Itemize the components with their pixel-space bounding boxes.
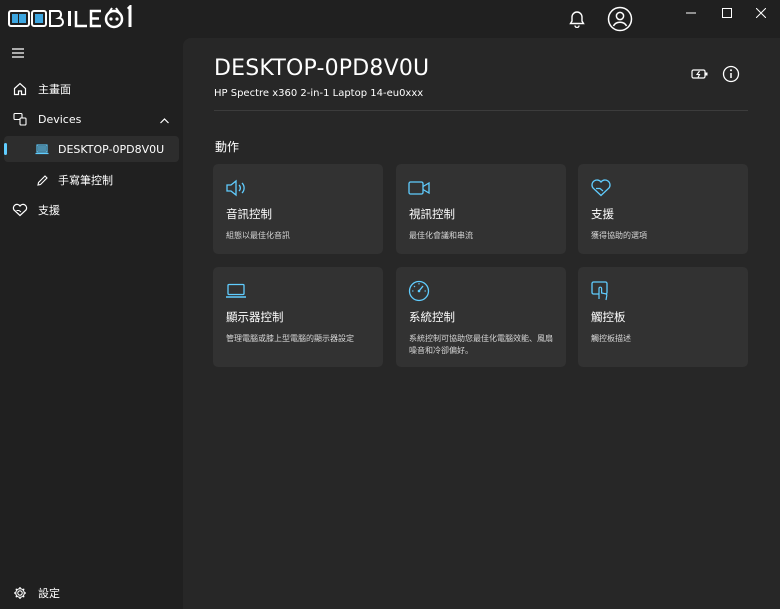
user-account-icon[interactable] [606,5,634,33]
sidebar-item-home[interactable]: 主畫面 [4,76,179,102]
card-support[interactable]: 支援 獲得協助的選項 [578,164,748,254]
hamburger-icon [12,45,24,61]
sidebar-item-device-desktop[interactable]: DESKTOP-0PD8V0U [4,136,179,162]
devices-icon [12,111,28,127]
sidebar-item-label: DESKTOP-0PD8V0U [58,142,165,156]
heart-hand-icon [590,177,612,199]
sidebar-item-settings[interactable]: 設定 [4,580,179,606]
minimize-button[interactable] [671,0,711,26]
heart-hand-icon [12,202,28,218]
touchpad-icon [590,280,612,302]
video-camera-icon [408,177,430,199]
card-title: 系統控制 [409,310,455,324]
minimize-icon [686,12,696,14]
title-bar [0,0,780,38]
page-title: DESKTOP-0PD8V0U [214,56,430,81]
card-video-control[interactable]: 視訊控制 最佳化會議和串流 [396,164,566,254]
header-divider [214,110,748,111]
laptop-icon [225,280,247,302]
sidebar-item-label: 主畫面 [38,83,71,96]
hamburger-menu-button[interactable] [4,40,32,66]
speaker-icon [225,177,247,199]
card-title: 支援 [591,207,614,221]
notifications-bell-icon[interactable] [564,6,590,32]
card-touchpad[interactable]: 觸控板 觸控板描述 [578,267,748,367]
gauge-icon [408,280,430,302]
gear-icon [12,585,28,601]
maximize-icon [722,8,732,18]
chevron-up-icon [160,114,169,127]
device-model: HP Spectre x360 2-in-1 Laptop 14-eu0xxx [214,88,424,99]
close-icon [756,8,766,18]
main-panel: DESKTOP-0PD8V0U HP Spectre x360 2-in-1 L… [183,38,780,609]
sidebar-item-label: Devices [38,112,82,126]
mobile01-logo-icon [8,5,132,29]
card-system-control[interactable]: 系統控制 系統控制可協助您最佳化電腦效能、風扇噪音和冷卻偏好。 [396,267,566,367]
close-button[interactable] [741,0,780,26]
card-description: 組態以最佳化音訊 [226,231,290,240]
sidebar-item-label: 設定 [38,587,60,600]
sidebar-item-support[interactable]: 支援 [4,197,179,223]
card-description: 管理電腦或膝上型電腦的顯示器設定 [226,334,354,343]
card-description: 系統控制可協助您最佳化電腦效能、風扇噪音和冷卻偏好。 [409,334,553,355]
sidebar-item-pen-control[interactable]: 手寫筆控制 [4,167,179,193]
home-icon [12,81,28,97]
sidebar-item-devices[interactable]: Devices [4,106,179,132]
sidebar-item-label: 手寫筆控制 [58,174,113,187]
sidebar: 主畫面 Devices DESKTOP-0PD8V0U 手寫筆控制 支援 設定 [0,38,183,609]
section-title-actions: 動作 [215,140,240,154]
card-description: 獲得協助的選項 [591,231,647,240]
laptop-icon [34,141,50,157]
sidebar-item-label: 支援 [38,204,60,217]
card-display-control[interactable]: 顯示器控制 管理電腦或膝上型電腦的顯示器設定 [213,267,383,367]
selection-indicator [4,143,7,155]
card-title: 觸控板 [591,310,626,324]
card-title: 視訊控制 [409,207,455,221]
app-logo [8,5,144,31]
card-title: 音訊控制 [226,207,272,221]
pen-icon [34,172,50,188]
info-icon[interactable] [721,64,741,84]
card-audio-control[interactable]: 音訊控制 組態以最佳化音訊 [213,164,383,254]
card-description: 最佳化會議和串流 [409,231,473,240]
card-description: 觸控板描述 [591,334,631,343]
card-title: 顯示器控制 [226,310,284,324]
battery-charging-icon[interactable] [690,64,710,84]
